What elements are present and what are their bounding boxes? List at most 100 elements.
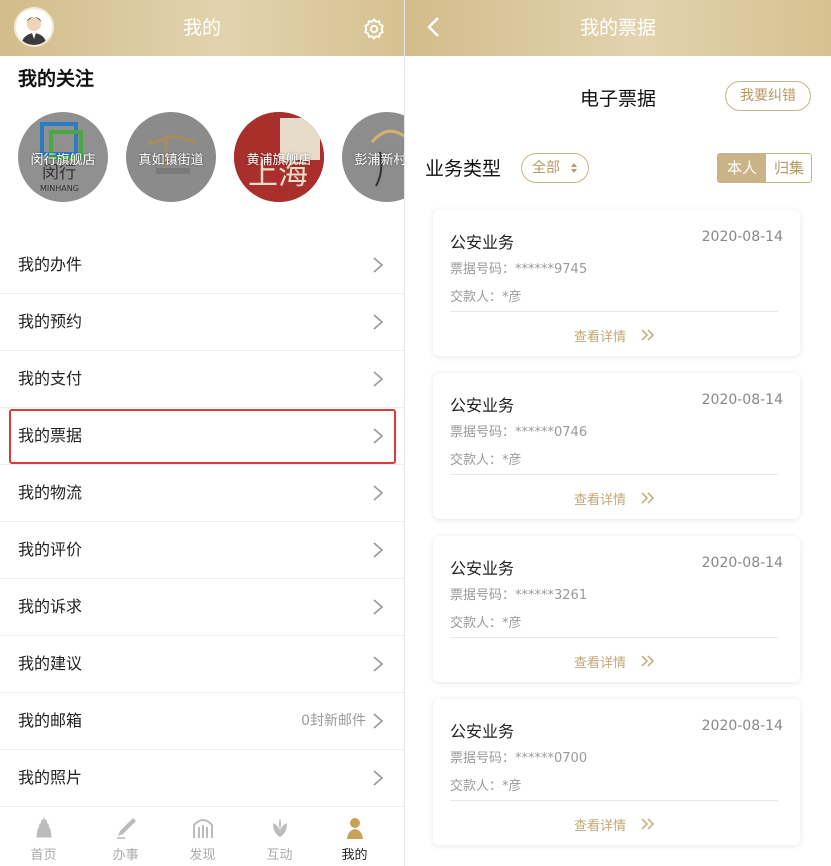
follow-section-title: 我的关注 — [18, 68, 95, 90]
menu-item-my-requests[interactable]: 我的诉求 — [0, 579, 404, 636]
card-divider — [450, 311, 778, 312]
chevron-right-icon — [373, 485, 384, 501]
tab-label: 首页 — [30, 848, 57, 863]
menu-item-label: 我的办件 — [18, 255, 83, 274]
menu-item-label: 我的建议 — [18, 654, 83, 673]
filter-value: 全部 — [532, 160, 560, 176]
gear-icon[interactable] — [362, 17, 386, 41]
chevron-right-icon — [373, 770, 384, 786]
receipt-number: 票据号码：******0746 — [450, 425, 588, 440]
lotus-icon — [273, 818, 287, 837]
card-divider — [450, 637, 778, 638]
tab-label: 互动 — [266, 848, 293, 863]
follow-item-label: 真如镇街道 — [138, 153, 204, 168]
business-type-filter[interactable]: 全部 — [521, 153, 589, 183]
double-chevron-icon — [641, 329, 655, 341]
tab-home[interactable]: 首页 — [5, 807, 82, 866]
report-error-button[interactable]: 我要纠错 — [725, 81, 811, 111]
receipt-number: 票据号码：******3261 — [450, 588, 588, 603]
menu-item-label: 我的邮箱 — [18, 711, 83, 730]
receipt-payer: 交款人：*彦 — [450, 779, 522, 794]
receipt-payer: 交款人：*彦 — [450, 290, 522, 305]
receipt-number: 票据号码：******0700 — [450, 751, 588, 766]
segment-collected[interactable]: 归集 — [766, 154, 811, 182]
receipt-card[interactable]: 公安业务 2020-08-14 票据号码：******3261 交款人：*彦 查… — [433, 536, 800, 682]
double-chevron-icon — [641, 492, 655, 504]
double-chevron-icon — [641, 655, 655, 667]
pen-icon — [117, 818, 136, 839]
menu-item-my-payments[interactable]: 我的支付 — [0, 351, 404, 408]
receipt-date: 2020-08-14 — [701, 718, 783, 734]
receipt-title: 公安业务 — [450, 559, 515, 578]
receipt-title: 公安业务 — [450, 722, 515, 741]
menu-item-my-appointments[interactable]: 我的预约 — [0, 294, 404, 351]
menu-item-my-cases[interactable]: 我的办件 — [0, 237, 404, 294]
menu-item-my-mailbox[interactable]: 我的邮箱 0封新邮件 — [0, 693, 404, 750]
chevron-right-icon — [373, 257, 384, 273]
menu-item-my-logistics[interactable]: 我的物流 — [0, 465, 404, 522]
tab-label: 我的 — [341, 848, 368, 863]
business-type-label: 业务类型 — [425, 158, 502, 180]
chevron-right-icon — [373, 314, 384, 330]
follow-item-zhenru[interactable]: 真如镇街道 — [126, 112, 216, 202]
receipt-date: 2020-08-14 — [701, 229, 783, 245]
view-details-link[interactable]: 查看详情 — [574, 326, 626, 345]
tab-mine[interactable]: 我的 — [316, 807, 393, 866]
owner-segment-control: 本人 归集 — [717, 153, 812, 183]
follow-item-label: 彭浦新村街 — [354, 153, 404, 168]
segment-self[interactable]: 本人 — [718, 154, 766, 182]
follow-item-huangpu[interactable]: 上海 黄浦旗舰店 — [234, 112, 324, 202]
receipt-title: 公安业务 — [450, 233, 515, 252]
new-mail-count: 0封新邮件 — [301, 713, 366, 729]
my-receipts-panel: 我的票据 电子票据 我要纠错 业务类型 全部 本人 归集 公安业务 2020-0… — [405, 0, 831, 866]
receipt-date: 2020-08-14 — [701, 392, 783, 408]
receipt-payer: 交款人：*彦 — [450, 453, 522, 468]
receipt-payer: 交款人：*彦 — [450, 616, 522, 631]
receipt-title: 公安业务 — [450, 396, 515, 415]
chevron-right-icon — [373, 542, 384, 558]
follow-item-minhang[interactable]: 闵行 MINHANG 闵行旗舰店 — [18, 112, 108, 202]
menu-item-my-receipts[interactable]: 我的票据 — [0, 408, 404, 465]
follow-item-label: 黄浦旗舰店 — [246, 153, 312, 168]
menu-item-my-photos[interactable]: 我的照片 — [0, 750, 404, 807]
svg-text:MINHANG: MINHANG — [40, 184, 79, 193]
menu-item-label: 我的评价 — [18, 540, 83, 559]
receipt-card[interactable]: 公安业务 2020-08-14 票据号码：******9745 交款人：*彦 查… — [433, 210, 800, 356]
page-title: 我的票据 — [579, 17, 656, 39]
menu-item-label: 我的照片 — [18, 768, 83, 787]
page-title: 我的 — [182, 17, 221, 39]
my-page-panel: 我的 我的关注 闵行 MINHANG 闵行旗舰店 真如镇街道 上海 黄浦旗舰店 … — [0, 0, 404, 866]
receipt-date: 2020-08-14 — [701, 555, 783, 571]
person-icon — [347, 818, 363, 839]
menu-item-label: 我的支付 — [18, 369, 83, 388]
menu-item-label: 我的物流 — [18, 483, 83, 502]
chevron-right-icon — [373, 656, 384, 672]
receipt-card[interactable]: 公安业务 2020-08-14 票据号码：******0746 交款人：*彦 查… — [433, 373, 800, 519]
menu-item-label: 我的预约 — [18, 312, 83, 331]
view-details-link[interactable]: 查看详情 — [574, 652, 626, 671]
view-details-link[interactable]: 查看详情 — [574, 815, 626, 834]
chevron-right-icon — [373, 713, 384, 729]
tab-label: 发现 — [189, 848, 216, 863]
menu-item-my-reviews[interactable]: 我的评价 — [0, 522, 404, 579]
tab-services[interactable]: 办事 — [87, 807, 164, 866]
card-divider — [450, 474, 778, 475]
double-chevron-icon — [641, 818, 655, 830]
menu-list: 我的办件 我的预约 我的支付 我的票据 我的物流 我的评价 我的诉求 我的建议 — [0, 237, 404, 807]
tab-discover[interactable]: 发现 — [164, 807, 241, 866]
view-details-link[interactable]: 查看详情 — [574, 489, 626, 508]
header-bar: 我的票据 — [405, 0, 831, 56]
follow-item-pengpu[interactable]: 彭浦新村街 — [342, 112, 404, 202]
chevron-right-icon — [373, 599, 384, 615]
follow-item-label: 闵行旗舰店 — [30, 153, 96, 168]
receipt-card[interactable]: 公安业务 2020-08-14 票据号码：******0700 交款人：*彦 查… — [433, 699, 800, 845]
sort-caret-icon — [571, 163, 577, 173]
tab-interact[interactable]: 互动 — [241, 807, 318, 866]
header-bar: 我的 — [0, 0, 404, 56]
tab-label: 办事 — [112, 848, 139, 863]
pagoda-icon — [36, 817, 52, 838]
follow-list: 闵行 MINHANG 闵行旗舰店 真如镇街道 上海 黄浦旗舰店 彭浦新村 — [18, 112, 404, 204]
menu-item-label: 我的票据 — [18, 426, 83, 445]
card-divider — [450, 800, 778, 801]
menu-item-my-suggestions[interactable]: 我的建议 — [0, 636, 404, 693]
